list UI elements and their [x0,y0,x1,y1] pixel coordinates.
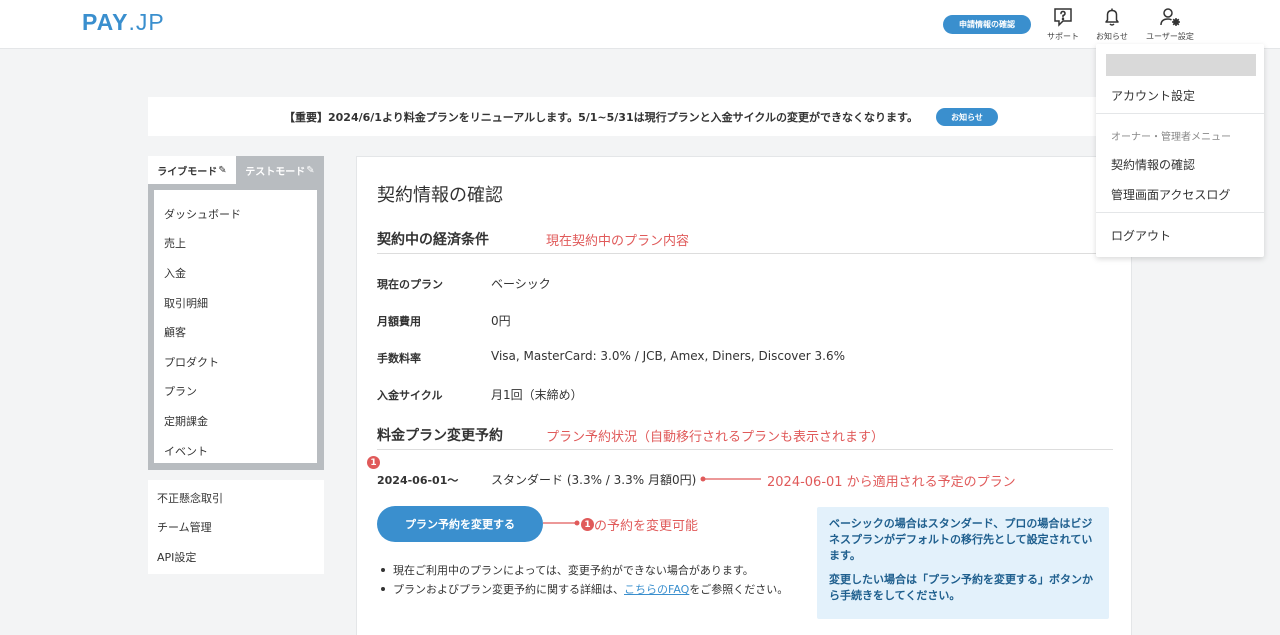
menu-divider [1096,113,1264,114]
menu-divider [1096,212,1264,213]
list-item: 現在ご利用中のプランによっては、変更予約ができない場合があります。 [377,562,788,581]
important-notice-banner: 【重要】2024/6/1より料金プランをリニューアルします。5/1~5/31は現… [148,97,1132,136]
marker-badge: 1 [581,518,594,531]
sidebar-item-products[interactable]: プロダクト [154,347,317,377]
change-plan-reservation-button[interactable]: プラン予約を変更する [377,506,543,542]
sidebar-item-fraud[interactable]: 不正懸念取引 [148,483,324,513]
payjp-logo[interactable]: PAY.JP [82,9,165,36]
row-value-fee-rate: Visa, MasterCard: 3.0% / JCB, Amex, Dine… [491,349,846,363]
sidebar-item-sales[interactable]: 売上 [154,229,317,259]
sidebar-item-subscriptions[interactable]: 定期課金 [154,406,317,436]
list-item: プランおよびプラン変更予約に関する詳細は、こちらのFAQをご参照ください。 [377,581,788,600]
reservation-date: 2024-06-01～ [377,474,459,487]
support-question-icon [1054,8,1072,27]
sidebar-item-deposits[interactable]: 入金 [154,258,317,288]
sidebar-secondary-nav: 不正懸念取引 チーム管理 API設定 [148,480,324,574]
sidebar-item-api-settings[interactable]: API設定 [148,542,324,572]
notifications-label: お知らせ [1096,32,1128,41]
row-value-payout-cycle: 月1回（末締め） [491,388,583,402]
sidebar-item-dashboard[interactable]: ダッシュボード [154,199,317,229]
menu-item-access-log[interactable]: 管理画面アクセスログ [1111,186,1230,203]
support-link[interactable]: サポート [1047,6,1079,42]
reservation-plan: スタンダード (3.3% / 3.3% 月額0円) [491,473,697,487]
user-settings-label: ユーザー設定 [1146,32,1194,41]
sidebar-nav-list: ダッシュボード 売上 入金 取引明細 顧客 プロダクト プラン 定期課金 イベン… [154,190,317,463]
sidebar-nav: ダッシュボード 売上 入金 取引明細 顧客 プロダクト プラン 定期課金 イベン… [148,184,324,470]
top-header: PAY.JP 申請情報の確認 サポート お知らせ ユーザー設定 [0,0,1280,49]
sidebar-item-customers[interactable]: 顧客 [154,317,317,347]
pen-icon: ✎ [218,164,227,176]
menu-item-account-settings[interactable]: アカウント設定 [1111,87,1195,104]
sidebar-item-team[interactable]: チーム管理 [148,513,324,543]
annotation-reservation-status: プラン予約状況（自動移行されるプランも表示されます） [546,430,885,445]
info-text-how-to-change: 変更したい場合は「プラン予約を変更する」ボタンから手続きをしてください。 [829,573,1093,602]
section-plan-reservation-title: 料金プラン変更予約 [377,428,503,444]
info-text-default-plan: ベーシックの場合はスタンダード、プロの場合はビジネスプランがデフォルトの移行先と… [829,517,1093,562]
user-settings-link[interactable]: ユーザー設定 [1146,6,1194,42]
row-label-payout-cycle: 入金サイクル [377,389,443,402]
pen-icon: ✎ [306,164,315,176]
sidebar-item-transactions[interactable]: 取引明細 [154,288,317,318]
test-mode-label: テストモード [245,166,306,178]
annotation-connector [700,476,761,482]
annotation-change-possible: 1 の予約を変更可能 [581,515,698,534]
annotation-connector [543,520,580,526]
annotation-current-plan: 現在契約中のプラン内容 [546,234,690,249]
row-value-monthly-fee: 0円 [491,314,511,328]
tab-test-mode[interactable]: テストモード ✎ [236,156,324,184]
menu-item-logout[interactable]: ログアウト [1111,227,1171,244]
notice-news-button[interactable]: お知らせ [936,108,998,126]
page-title: 契約情報の確認 [377,185,503,206]
section-divider [377,449,1113,450]
menu-heading-owner: オーナー・管理者メニュー [1111,132,1231,143]
live-mode-label: ライブモード [157,166,218,178]
contract-info-panel: 契約情報の確認 契約中の経済条件 現在契約中のプラン内容 現在のプラン ベーシッ… [356,156,1132,635]
notice-text: 【重要】2024/6/1より料金プランをリニューアルします。5/1~5/31は現… [284,111,918,124]
support-label: サポート [1047,32,1079,41]
annotation-scheduled-plan: 2024-06-01 から適用される予定のプラン [767,475,1016,490]
application-info-button[interactable]: 申請情報の確認 [943,15,1031,34]
row-label-fee-rate: 手数料率 [377,352,421,365]
row-label-monthly-fee: 月額費用 [377,315,421,328]
section-current-terms-title: 契約中の経済条件 [377,232,489,248]
marker-badge: 1 [367,456,380,469]
row-label-current-plan: 現在のプラン [377,278,443,291]
annotation-change-possible-text: の予約を変更可能 [594,519,699,534]
account-name-placeholder [1106,54,1256,76]
user-settings-dropdown: アカウント設定 オーナー・管理者メニュー 契約情報の確認 管理画面アクセスログ … [1096,44,1264,257]
faq-link[interactable]: こちらのFAQ [624,583,689,596]
sidebar-item-plans[interactable]: プラン [154,377,317,407]
row-value-current-plan: ベーシック [491,277,551,291]
bell-icon [1105,8,1119,26]
menu-item-contract-info[interactable]: 契約情報の確認 [1111,156,1195,173]
tab-live-mode[interactable]: ライブモード ✎ [148,156,236,184]
sidebar-item-events[interactable]: イベント [154,436,317,466]
notes-list: 現在ご利用中のプランによっては、変更予約ができない場合があります。 プランおよび… [377,562,788,600]
section-divider [377,253,1113,254]
notifications-link[interactable]: お知らせ [1096,6,1128,42]
info-callout: ベーシックの場合はスタンダード、プロの場合はビジネスプランがデフォルトの移行先と… [817,507,1109,619]
user-gear-icon [1160,8,1180,26]
